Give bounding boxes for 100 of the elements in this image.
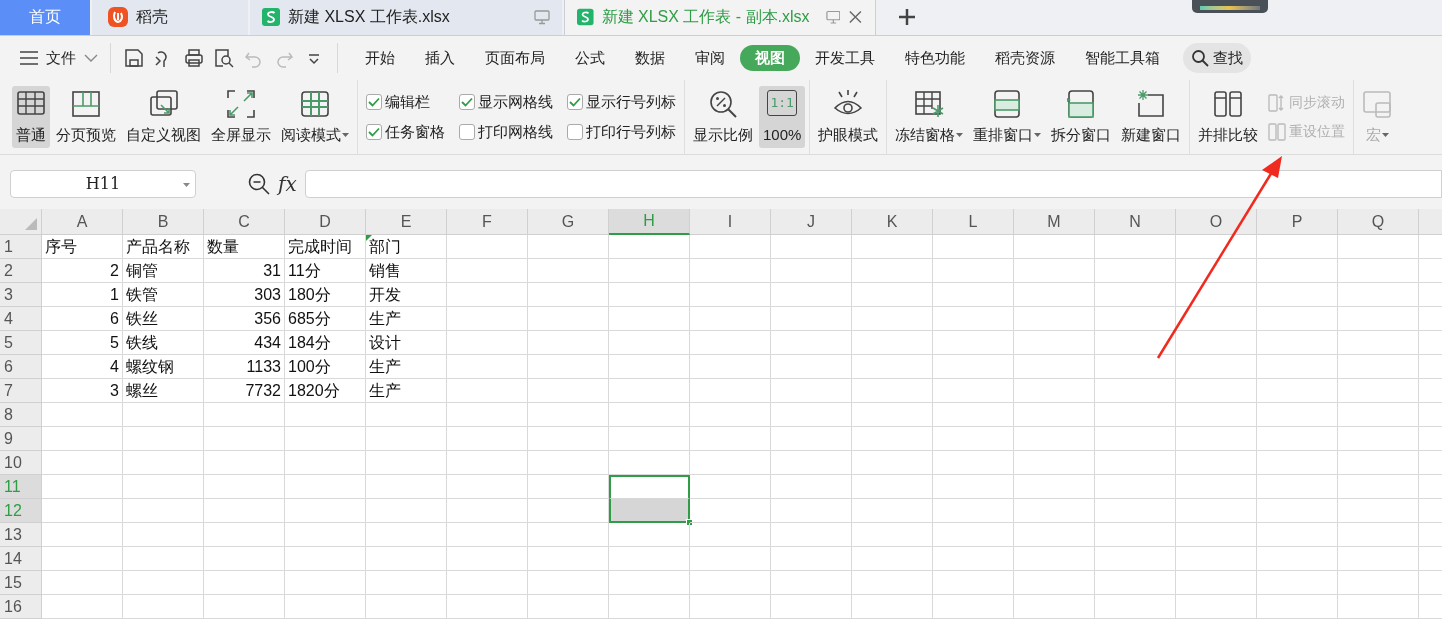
print-preview-icon[interactable]: [214, 48, 234, 68]
ribbon-tab[interactable]: 智能工具箱: [1070, 45, 1175, 71]
freeze-grid-icon: [914, 89, 945, 119]
zoom-icon: [708, 89, 738, 119]
window-icon: [992, 89, 1023, 119]
ribbon-button[interactable]: 阅读模式: [277, 86, 353, 148]
row-header[interactable]: 6: [0, 355, 42, 379]
ribbon-button[interactable]: 新建窗口: [1117, 86, 1186, 148]
table-cell: 685分: [285, 307, 366, 331]
ribbon-button[interactable]: 全屏显示: [207, 86, 275, 148]
ribbon-button[interactable]: 普通: [12, 86, 50, 148]
row-header[interactable]: 4: [0, 307, 42, 331]
close-icon[interactable]: [848, 9, 863, 25]
caret-down-icon: [342, 132, 349, 137]
plus-icon[interactable]: [898, 8, 916, 26]
checkbox[interactable]: 打印行号列标: [567, 121, 676, 144]
column-header[interactable]: M: [1014, 209, 1095, 235]
formula-field[interactable]: [304, 170, 1442, 198]
ribbon-tab[interactable]: 特色功能: [890, 45, 980, 71]
ribbon-button[interactable]: 拆分窗口: [1047, 86, 1116, 148]
file-menu[interactable]: 文件: [16, 43, 102, 73]
checkbox[interactable]: 任务窗格: [366, 121, 445, 144]
ribbon-tab[interactable]: 审阅: [680, 45, 740, 71]
row-header[interactable]: 14: [0, 547, 42, 571]
checkbox-box[interactable]: [366, 124, 382, 141]
ribbon-button[interactable]: 显示比例: [689, 86, 757, 148]
row-header[interactable]: 10: [0, 451, 42, 475]
search-button[interactable]: 查找: [1183, 43, 1251, 73]
ribbon-tab[interactable]: 公式: [560, 45, 620, 71]
column-header[interactable]: L: [933, 209, 1014, 235]
ribbon-tab[interactable]: 开发工具: [800, 45, 890, 71]
table-cell: 生产: [366, 355, 447, 379]
ribbon-button[interactable]: 冻结窗格: [891, 86, 968, 148]
row-header[interactable]: 9: [0, 427, 42, 451]
column-header[interactable]: I: [690, 209, 771, 235]
row-header[interactable]: 15: [0, 571, 42, 595]
document-tab[interactable]: 新建 XLSX 工作表.xlsx: [250, 0, 562, 35]
column-header[interactable]: Q: [1338, 209, 1419, 235]
ribbon-tab[interactable]: 数据: [620, 45, 680, 71]
checkbox[interactable]: 编辑栏: [366, 90, 445, 113]
print-icon[interactable]: [184, 48, 204, 68]
table-cell: 7732: [204, 379, 285, 403]
column-header[interactable]: K: [852, 209, 933, 235]
row-header[interactable]: 5: [0, 331, 42, 355]
ribbon-button[interactable]: 并排比较: [1194, 86, 1263, 148]
checkbox-box[interactable]: [567, 124, 583, 141]
table-cell: 356: [204, 307, 285, 331]
row-header[interactable]: 7: [0, 379, 42, 403]
column-header[interactable]: E: [366, 209, 447, 235]
ribbon-button[interactable]: 自定义视图: [122, 86, 205, 148]
checkbox-box[interactable]: [567, 93, 583, 110]
monitor-icon: [534, 9, 550, 25]
table-cell: 铜管: [123, 259, 204, 283]
windows-icon: [148, 89, 179, 119]
name-box[interactable]: H11: [10, 170, 196, 198]
ribbon-button[interactable]: 护眼模式: [814, 86, 883, 148]
column-header[interactable]: P: [1257, 209, 1338, 235]
column-header[interactable]: J: [771, 209, 852, 235]
ribbon-button[interactable]: 1:1 100%: [759, 86, 806, 148]
save-icon[interactable]: [124, 48, 144, 68]
checkbox-box[interactable]: [459, 124, 475, 141]
column-header[interactable]: G: [528, 209, 609, 235]
column-header[interactable]: D: [285, 209, 366, 235]
table-cell: 产品名称: [123, 235, 204, 259]
checkbox[interactable]: 显示网格线: [459, 90, 553, 113]
document-tab[interactable]: 稻壳: [92, 0, 248, 35]
ribbon-button[interactable]: 分页预览: [52, 86, 120, 148]
row-header[interactable]: 16: [0, 595, 42, 619]
column-header[interactable]: C: [204, 209, 285, 235]
zoom-in-icon[interactable]: [248, 173, 270, 195]
check-icon: [368, 96, 380, 107]
column-header[interactable]: O: [1176, 209, 1257, 235]
table-cell: 31: [204, 259, 285, 283]
row-header[interactable]: 13: [0, 523, 42, 547]
ribbon-tab[interactable]: 稻壳资源: [980, 45, 1070, 71]
active-cell[interactable]: [609, 475, 690, 499]
table-cell: 100分: [285, 355, 366, 379]
ribbon-tab[interactable]: 开始: [350, 45, 410, 71]
caret-down-icon: [1034, 132, 1042, 137]
checkbox-box[interactable]: [366, 93, 382, 110]
row-header[interactable]: 1: [0, 235, 42, 259]
row-header[interactable]: 8: [0, 403, 42, 427]
ratio-icon: 1:1: [767, 90, 798, 116]
checkbox[interactable]: 显示行号列标: [567, 90, 676, 113]
selected-cell[interactable]: [609, 499, 690, 523]
column-header[interactable]: F: [447, 209, 528, 235]
column-header[interactable]: N: [1095, 209, 1176, 235]
column-header[interactable]: A: [42, 209, 123, 235]
checkbox-box[interactable]: [459, 93, 475, 110]
function-label[interactable]: fx: [278, 169, 297, 199]
ribbon-tab[interactable]: 插入: [410, 45, 470, 71]
row-header[interactable]: 2: [0, 259, 42, 283]
fill-handle[interactable]: [686, 519, 693, 526]
ribbon-button[interactable]: 重排窗口: [969, 86, 1046, 148]
table-cell: 180分: [285, 283, 366, 307]
row-header[interactable]: 3: [0, 283, 42, 307]
table-cell: 303: [204, 283, 285, 307]
column-header[interactable]: B: [123, 209, 204, 235]
checkbox[interactable]: 打印网格线: [459, 121, 553, 144]
ribbon-tab[interactable]: 页面布局: [470, 45, 560, 71]
